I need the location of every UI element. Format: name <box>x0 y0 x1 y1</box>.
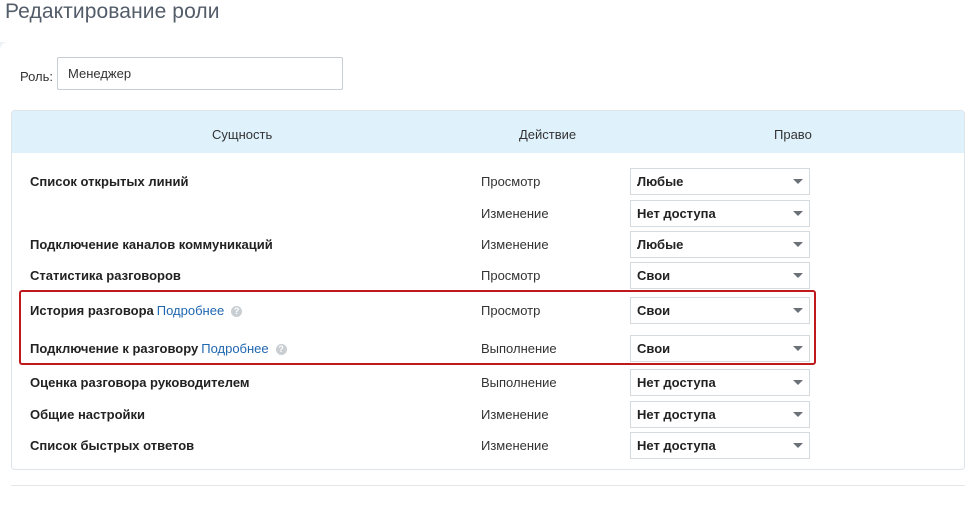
entity-name: Подключение каналов коммуникаций <box>30 237 273 252</box>
chevron-down-icon <box>793 443 803 448</box>
highlight-frame <box>19 290 816 365</box>
entity-name: Статистика разговоров <box>30 268 181 283</box>
right-select[interactable]: Нет доступа <box>630 401 810 428</box>
main-area: Роль: Менеджер Сущность Действие Право С… <box>0 42 978 516</box>
bottom-divider <box>11 485 965 486</box>
header-entity: Сущность <box>212 127 273 142</box>
entity-name: Список быстрых ответов <box>30 438 195 453</box>
role-label: Роль: <box>20 69 54 84</box>
right-select-value: Нет доступа <box>637 206 716 221</box>
table-header: Сущность Действие Право <box>12 111 964 153</box>
table-row: Статистика разговоров Просмотр Свои <box>12 260 964 291</box>
right-select[interactable]: Свои <box>630 262 810 289</box>
header-right: Право <box>774 127 812 142</box>
role-edit-panel: Роль: Менеджер Сущность Действие Право С… <box>0 42 978 516</box>
chevron-down-icon <box>793 211 803 216</box>
entity-name: Оценка разговора руководителем <box>30 375 250 390</box>
title-bar: Редактирование роли <box>0 0 978 42</box>
action-name: Изменение <box>481 237 549 252</box>
right-select-value: Свои <box>637 268 671 283</box>
page-title: Редактирование роли <box>5 0 220 23</box>
right-select-value: Нет доступа <box>637 375 716 390</box>
action-name: Изменение <box>481 438 549 453</box>
chevron-down-icon <box>793 273 803 278</box>
right-select[interactable]: Нет доступа <box>630 369 810 396</box>
table-row: Оценка разговора руководителем Выполнени… <box>12 367 964 398</box>
table-row: Изменение Нет доступа <box>12 198 964 229</box>
right-select[interactable]: Любые <box>630 231 810 258</box>
chevron-down-icon <box>793 380 803 385</box>
action-name: Изменение <box>481 206 549 221</box>
right-select[interactable]: Нет доступа <box>630 432 810 459</box>
action-name: Просмотр <box>481 268 541 283</box>
action-name: Изменение <box>481 407 549 422</box>
chevron-down-icon <box>793 242 803 247</box>
right-select[interactable]: Любые <box>630 168 810 195</box>
header-action: Действие <box>519 127 577 142</box>
chevron-down-icon <box>793 412 803 417</box>
right-select[interactable]: Нет доступа <box>630 200 810 227</box>
role-name-input[interactable]: Менеджер <box>57 57 343 90</box>
entity-name: Список открытых линий <box>30 174 189 189</box>
entity-name: Общие настройки <box>30 407 145 422</box>
action-name: Выполнение <box>481 375 557 390</box>
action-name: Просмотр <box>481 174 541 189</box>
chevron-down-icon <box>793 179 803 184</box>
right-select-value: Любые <box>637 237 684 252</box>
table-row: Общие настройки Изменение Нет доступа <box>12 399 964 430</box>
right-select-value: Нет доступа <box>637 438 716 453</box>
right-select-value: Любые <box>637 174 684 189</box>
table-row: Список открытых линий Просмотр Любые <box>12 166 964 197</box>
table-row: Список быстрых ответов Изменение Нет дос… <box>12 430 964 461</box>
table-row: Подключение каналов коммуникаций Изменен… <box>12 229 964 260</box>
right-select-value: Нет доступа <box>637 407 716 422</box>
